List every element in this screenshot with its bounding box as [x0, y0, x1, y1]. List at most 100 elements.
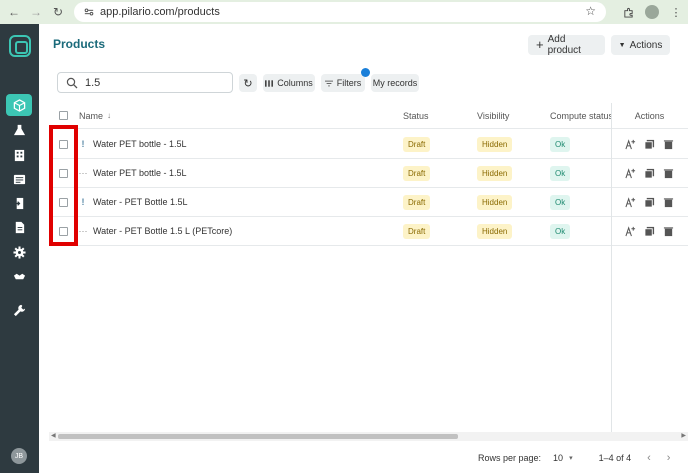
user-avatar[interactable]: JB	[11, 448, 27, 464]
wrench-icon	[13, 304, 25, 316]
checkbox-highlight-box	[49, 125, 78, 246]
add-product-button[interactable]: + Add product	[528, 34, 605, 56]
delete-icon[interactable]	[663, 226, 674, 237]
delete-icon[interactable]	[663, 139, 674, 150]
table-row[interactable]: ··· Water - PET Bottle 1.5 L (PETcore) Dr…	[49, 217, 688, 246]
products-table: Name ↓ Status Visibility Compute status …	[49, 103, 688, 433]
status-badge: Draft	[403, 194, 431, 210]
product-name[interactable]: Water PET bottle - 1.5L	[93, 168, 187, 178]
browser-toolbar: ← → ↻ app.pilario.com/products ☆ ⋮	[0, 0, 688, 24]
table-row[interactable]: ! Water PET bottle - 1.5L Draft Hidden Ok	[49, 130, 688, 159]
sidebar-item-partners[interactable]	[6, 265, 32, 287]
more-indicator-icon: ···	[78, 168, 88, 178]
column-header-compute-status[interactable]: Compute status	[550, 103, 611, 128]
visibility-badge: Hidden	[477, 165, 513, 181]
bookmark-star-icon[interactable]: ☆	[585, 4, 596, 18]
filters-button[interactable]: Filters	[321, 74, 365, 92]
my-records-button[interactable]: My records	[371, 74, 419, 92]
rows-per-page-select[interactable]: 10	[553, 453, 563, 463]
columns-button[interactable]: Columns	[263, 74, 315, 92]
reload-icon[interactable]: ↻	[50, 4, 66, 20]
forward-icon[interactable]: →	[28, 4, 44, 20]
filter-active-dot	[361, 68, 370, 77]
column-header-name[interactable]: Name ↓	[79, 103, 111, 128]
visibility-badge: Hidden	[477, 194, 513, 210]
back-icon[interactable]: ←	[6, 4, 22, 20]
chevron-down-icon[interactable]: ▾	[569, 454, 573, 462]
pagination: Rows per page: 10 ▾ 1–4 of 4 ‹ ›	[478, 452, 670, 464]
scroll-right-icon[interactable]: ▶	[681, 432, 686, 439]
app-logo[interactable]	[9, 35, 31, 57]
more-indicator-icon: ···	[78, 226, 88, 236]
page-range: 1–4 of 4	[598, 453, 632, 463]
column-header-status[interactable]: Status	[403, 103, 429, 128]
address-bar[interactable]: app.pilario.com/products ☆	[74, 2, 606, 22]
sidebar-item-facilities[interactable]	[6, 144, 32, 166]
select-all-checkbox[interactable]	[59, 111, 68, 120]
refresh-icon: ↻	[243, 77, 253, 90]
duplicate-icon[interactable]	[644, 197, 655, 208]
product-name[interactable]: Water - PET Bottle 1.5 L (PETcore)	[93, 226, 232, 236]
rows-per-page-label: Rows per page:	[478, 453, 542, 463]
plus-icon: +	[536, 37, 544, 52]
document-icon	[15, 221, 24, 233]
search-input[interactable]	[85, 76, 225, 89]
table-row[interactable]: ··· Water PET bottle - 1.5L Draft Hidden …	[49, 159, 688, 188]
duplicate-icon[interactable]	[644, 168, 655, 179]
next-page-icon[interactable]: ›	[667, 452, 671, 464]
sort-arrow-icon: ↓	[107, 111, 112, 120]
cube-icon	[13, 98, 25, 112]
duplicate-icon[interactable]	[644, 226, 655, 237]
assign-user-icon[interactable]	[625, 225, 636, 237]
scrollbar-thumb[interactable]	[58, 434, 458, 439]
delete-icon[interactable]	[663, 197, 674, 208]
assign-user-icon[interactable]	[625, 196, 636, 208]
sidebar: JB	[0, 24, 39, 473]
product-name[interactable]: Water - PET Bottle 1.5L	[93, 197, 188, 207]
sidebar-item-documents[interactable]	[6, 216, 32, 238]
delete-icon[interactable]	[663, 168, 674, 179]
page-title: Products	[53, 37, 106, 51]
table-row[interactable]: ! Water - PET Bottle 1.5L Draft Hidden Ok	[49, 188, 688, 217]
duplicate-icon[interactable]	[644, 139, 655, 150]
sidebar-item-list[interactable]	[6, 168, 32, 190]
prev-page-icon[interactable]: ‹	[647, 452, 651, 464]
gear-icon	[12, 245, 26, 259]
search-icon	[66, 77, 78, 88]
browser-menu-icon[interactable]: ⋮	[668, 4, 684, 20]
list-icon	[13, 174, 25, 184]
profile-icon[interactable]	[644, 4, 660, 20]
visibility-badge: Hidden	[477, 136, 513, 152]
url-text: app.pilario.com/products	[100, 6, 220, 18]
column-header-actions: Actions	[634, 110, 665, 121]
building-icon	[14, 149, 24, 161]
status-badge: Draft	[403, 165, 431, 181]
sidebar-item-tools[interactable]	[6, 299, 32, 321]
product-name[interactable]: Water PET bottle - 1.5L	[93, 139, 187, 149]
sidebar-item-lab[interactable]	[6, 119, 32, 141]
warning-indicator-icon: !	[81, 197, 85, 207]
column-header-visibility[interactable]: Visibility	[477, 103, 509, 128]
handshake-icon	[13, 273, 25, 279]
visibility-badge: Hidden	[477, 223, 513, 239]
import-icon	[13, 197, 23, 209]
actions-column-divider	[611, 103, 612, 433]
actions-button[interactable]: ▼ Actions	[611, 35, 670, 55]
status-badge: Draft	[403, 136, 431, 152]
caret-down-icon: ▼	[618, 41, 626, 49]
warning-indicator-icon: !	[81, 139, 85, 149]
search-box[interactable]	[57, 72, 233, 93]
status-badge: Draft	[403, 223, 431, 239]
scroll-left-icon[interactable]: ◀	[51, 432, 56, 439]
sidebar-item-products[interactable]	[6, 94, 32, 116]
assign-user-icon[interactable]	[625, 167, 636, 179]
sidebar-item-import[interactable]	[6, 192, 32, 214]
sidebar-item-settings[interactable]	[6, 241, 32, 263]
extensions-icon[interactable]	[620, 4, 636, 20]
filter-icon	[324, 80, 333, 86]
horizontal-scrollbar[interactable]: ◀ ▶	[49, 432, 688, 441]
site-settings-icon[interactable]	[82, 5, 96, 19]
refresh-button[interactable]: ↻	[239, 74, 257, 92]
assign-user-icon[interactable]	[625, 138, 636, 150]
flask-icon	[13, 124, 25, 135]
